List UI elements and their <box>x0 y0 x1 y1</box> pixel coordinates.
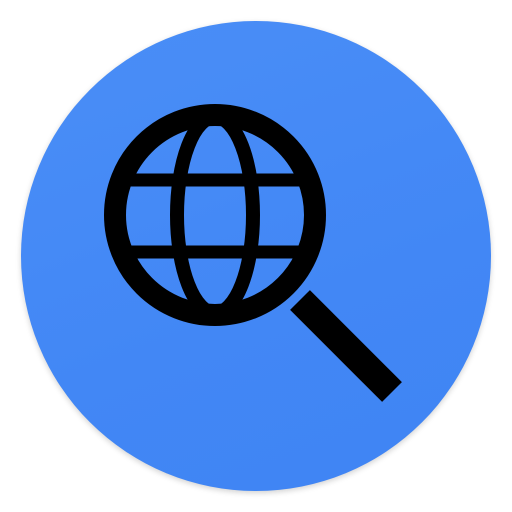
app-icon-canvas <box>0 0 512 512</box>
lens-ring <box>104 104 326 326</box>
globe-meridian <box>170 110 260 320</box>
magnifier-handle <box>290 290 402 402</box>
globe-search-icon <box>104 104 402 402</box>
